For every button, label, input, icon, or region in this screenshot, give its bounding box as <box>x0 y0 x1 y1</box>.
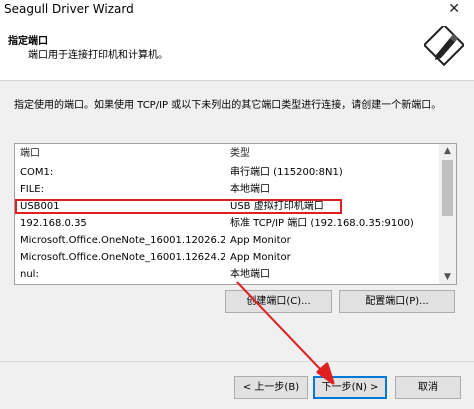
create-port-button[interactable]: 创建端口(C)... <box>225 290 332 313</box>
port-name: COM1: <box>20 167 54 178</box>
port-name: Microsoft.Office.OneNote_16001.12026.2..… <box>20 235 225 246</box>
port-type: App Monitor <box>230 252 291 263</box>
list-item[interactable]: Microsoft.Office.OneNote_16001.12624.2..… <box>15 250 439 265</box>
cancel-button[interactable]: 取消 <box>395 376 461 399</box>
list-item[interactable]: nul: 本地端口 <box>15 267 439 282</box>
header-title: 指定端口 <box>8 36 48 47</box>
title-bar: Seagull Driver Wizard ✕ <box>0 0 474 22</box>
wizard-pen-icon <box>424 26 464 66</box>
usb-port-highlight <box>15 199 342 214</box>
port-name: nul: <box>20 269 39 280</box>
footer-divider <box>0 361 474 362</box>
port-name: 192.168.0.35 <box>20 218 87 229</box>
list-item[interactable]: Microsoft.Office.OneNote_16001.12026.2..… <box>15 233 439 248</box>
list-header: 端口 类型 <box>15 146 439 161</box>
list-item[interactable]: FILE: 本地端口 <box>15 182 439 197</box>
next-button[interactable]: 下一步(N) > <box>313 376 387 399</box>
scroll-up-icon[interactable]: ▲ <box>439 144 456 158</box>
wizard-header: 指定端口 端口用于连接打印机和计算机。 <box>0 22 474 81</box>
list-item[interactable]: 192.168.0.35 标准 TCP/IP 端口 (192.168.0.35:… <box>15 216 439 231</box>
port-type: 串行端口 (115200:8N1) <box>230 167 343 178</box>
port-name: Microsoft.Office.OneNote_16001.12624.2..… <box>20 252 225 263</box>
close-icon[interactable]: ✕ <box>448 1 460 17</box>
scrollbar-thumb[interactable] <box>442 160 453 216</box>
configure-port-button[interactable]: 配置端口(P)... <box>339 290 455 313</box>
port-type: 本地端口 <box>230 184 270 195</box>
instruction-text: 指定使用的端口。如果使用 TCP/IP 或以下未列出的其它端口类型进行连接，请创… <box>14 100 442 111</box>
vertical-scrollbar[interactable]: ▲ ▼ <box>439 144 456 284</box>
list-item[interactable]: COM1: 串行端口 (115200:8N1) <box>15 165 439 180</box>
back-button[interactable]: < 上一步(B) <box>234 376 308 399</box>
port-type: 本地端口 <box>230 269 270 280</box>
port-type: 标准 TCP/IP 端口 (192.168.0.35:9100) <box>230 218 414 229</box>
column-header-port: 端口 <box>20 148 40 159</box>
header-subtitle: 端口用于连接打印机和计算机。 <box>28 50 168 61</box>
port-list[interactable]: 端口 类型 COM1: 串行端口 (115200:8N1) FILE: 本地端口… <box>14 143 457 285</box>
window-title: Seagull Driver Wizard <box>4 2 134 16</box>
port-name: FILE: <box>20 184 44 195</box>
column-header-type: 类型 <box>230 148 250 159</box>
port-type: App Monitor <box>230 235 291 246</box>
scroll-down-icon[interactable]: ▼ <box>439 270 456 284</box>
